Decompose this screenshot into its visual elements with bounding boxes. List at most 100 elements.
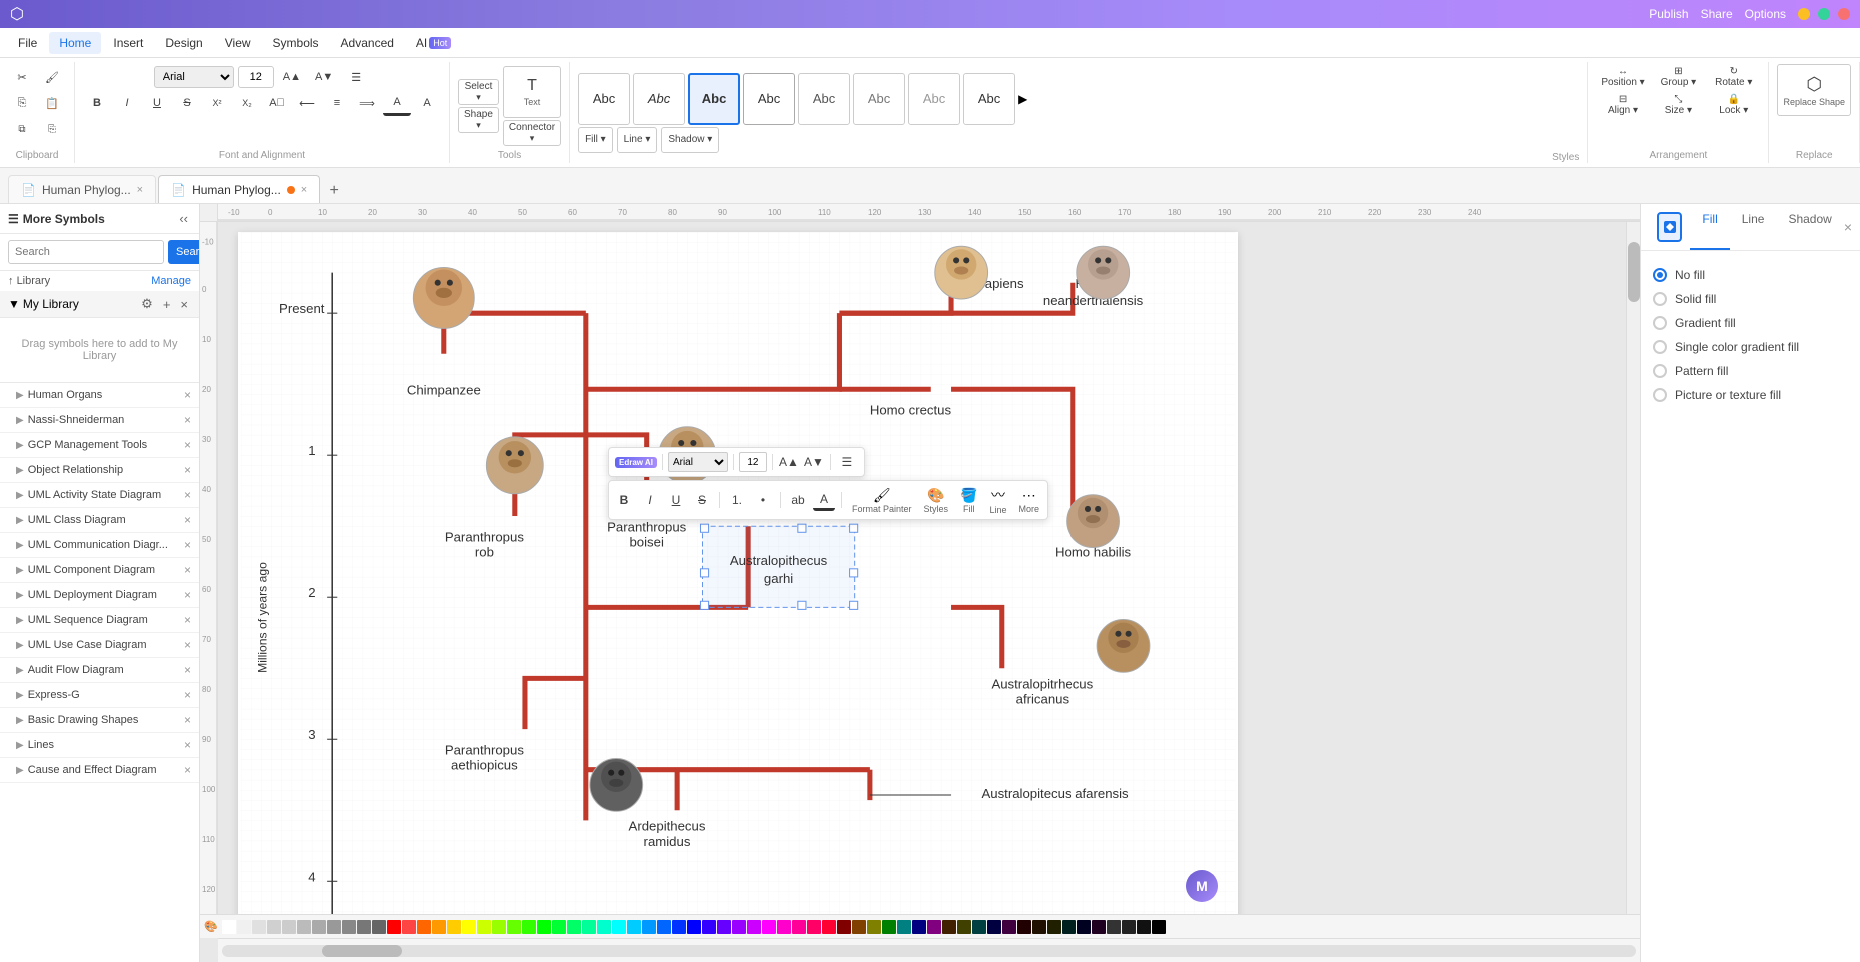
color-swatch[interactable]	[672, 920, 686, 934]
ctx-more[interactable]: ⋯ More	[1015, 485, 1044, 516]
color-swatch[interactable]	[882, 920, 896, 934]
select-btn[interactable]: Select ▾	[458, 79, 499, 105]
ctx-strikethrough[interactable]: S	[691, 489, 713, 511]
sidebar-item[interactable]: ▶ Nassi-Shneiderman ×	[0, 408, 199, 433]
library-close-btn[interactable]: ×	[177, 295, 191, 313]
color-swatch[interactable]	[732, 920, 746, 934]
color-swatch[interactable]	[522, 920, 536, 934]
library-settings-btn[interactable]: ⚙	[138, 295, 156, 313]
ctx-line[interactable]: 〰 Line	[985, 483, 1010, 517]
sidebar-item[interactable]: ▶ Audit Flow Diagram ×	[0, 658, 199, 683]
fill-option[interactable]: Gradient fill	[1653, 311, 1848, 335]
fill-option[interactable]: No fill	[1653, 263, 1848, 287]
sidebar-item-remove[interactable]: ×	[184, 413, 191, 427]
sidebar-item[interactable]: ▶ UML Sequence Diagram ×	[0, 608, 199, 633]
color-swatch[interactable]	[1062, 920, 1076, 934]
color-swatch[interactable]	[957, 920, 971, 934]
menu-file[interactable]: File	[8, 32, 47, 54]
color-swatch[interactable]	[342, 920, 356, 934]
color-swatch[interactable]	[927, 920, 941, 934]
color-swatch[interactable]	[792, 920, 806, 934]
italic-btn[interactable]: I	[113, 90, 141, 116]
copy-btn[interactable]: ⎘	[8, 90, 36, 116]
color-swatch[interactable]	[687, 920, 701, 934]
replace-shape-btn[interactable]: ⬡ Replace Shape	[1777, 64, 1851, 116]
sidebar-item[interactable]: ▶ Express-G ×	[0, 683, 199, 708]
color-swatch[interactable]	[552, 920, 566, 934]
search-btn[interactable]: Search	[168, 240, 200, 264]
color-swatch[interactable]	[402, 920, 416, 934]
ctx-font-size-input[interactable]	[739, 452, 767, 472]
color-swatch[interactable]	[492, 920, 506, 934]
sidebar-item[interactable]: ▶ Object Relationship ×	[0, 458, 199, 483]
menu-symbols[interactable]: Symbols	[263, 32, 329, 54]
menu-ai[interactable]: AI Hot	[406, 32, 461, 54]
menu-design[interactable]: Design	[155, 32, 212, 54]
color-swatch[interactable]	[462, 920, 476, 934]
tab-fill[interactable]: Fill	[1690, 204, 1729, 250]
style-box-4[interactable]: Abc	[743, 73, 795, 125]
color-swatch[interactable]	[612, 920, 626, 934]
sidebar-item-remove[interactable]: ×	[184, 763, 191, 777]
sidebar-item-remove[interactable]: ×	[184, 488, 191, 502]
ctx-align-btn[interactable]: ☰	[836, 451, 858, 473]
color-swatch[interactable]	[837, 920, 851, 934]
color-swatch[interactable]	[372, 920, 386, 934]
paste2-btn[interactable]: ⎘	[38, 116, 66, 142]
superscript-btn[interactable]: X²	[203, 90, 231, 116]
sidebar-item[interactable]: ▶ Cause and Effect Diagram ×	[0, 758, 199, 783]
styles-scroll[interactable]: ▶	[1018, 73, 1034, 125]
close-btn[interactable]	[1838, 8, 1850, 20]
color-swatch[interactable]	[297, 920, 311, 934]
sidebar-item[interactable]: ▶ UML Component Diagram ×	[0, 558, 199, 583]
right-panel-close[interactable]: ×	[1844, 204, 1852, 250]
color-swatch[interactable]	[642, 920, 656, 934]
style-box-2[interactable]: Abc	[633, 73, 685, 125]
color-swatch[interactable]	[1092, 920, 1106, 934]
color-swatch[interactable]	[597, 920, 611, 934]
sidebar-item-remove[interactable]: ×	[184, 738, 191, 752]
position-btn[interactable]: ↔ Position ▾	[1596, 64, 1649, 90]
sidebar-item[interactable]: ▶ UML Use Case Diagram ×	[0, 633, 199, 658]
library-add-btn[interactable]: +	[160, 295, 174, 313]
color-swatch[interactable]	[507, 920, 521, 934]
cut-btn[interactable]: ✂	[8, 64, 36, 90]
color-swatch[interactable]	[822, 920, 836, 934]
color-swatch[interactable]	[312, 920, 326, 934]
color-swatch[interactable]	[582, 920, 596, 934]
sidebar-item-remove[interactable]: ×	[184, 713, 191, 727]
size-btn[interactable]: ⤡ Size ▾	[1652, 92, 1705, 118]
increase-font-btn[interactable]: A▲	[278, 64, 306, 90]
scroll-thumb[interactable]	[322, 945, 402, 957]
group-btn[interactable]: ⊞ Group ▾	[1652, 64, 1705, 90]
add-tab-btn[interactable]: +	[322, 179, 346, 203]
style-box-1[interactable]: Abc	[578, 73, 630, 125]
text-btn[interactable]: T Text	[503, 66, 561, 118]
list-btn[interactable]: ≡	[323, 90, 351, 116]
tab-line[interactable]: Line	[1730, 204, 1777, 250]
color-swatch[interactable]	[432, 920, 446, 934]
menu-view[interactable]: View	[215, 32, 261, 54]
font-name-select[interactable]: Arial	[154, 66, 234, 88]
sidebar-item[interactable]: ▶ Lines ×	[0, 733, 199, 758]
color-swatch[interactable]	[237, 920, 251, 934]
sidebar-item[interactable]: ▶ UML Deployment Diagram ×	[0, 583, 199, 608]
color-swatch[interactable]	[852, 920, 866, 934]
ctx-font-select[interactable]: Arial	[668, 452, 728, 472]
copy2-btn[interactable]: ⧉	[8, 116, 36, 142]
color-swatch[interactable]	[1122, 920, 1136, 934]
color-swatch[interactable]	[1032, 920, 1046, 934]
tab-2[interactable]: 📄 Human Phylog... ×	[158, 175, 320, 203]
shape-btn[interactable]: Shape ▾	[458, 107, 499, 133]
color-swatch[interactable]	[447, 920, 461, 934]
color-swatch[interactable]	[357, 920, 371, 934]
horizontal-scrollbar[interactable]	[218, 938, 1640, 962]
scroll-track[interactable]	[222, 945, 1636, 957]
sidebar-item-remove[interactable]: ×	[184, 538, 191, 552]
paste-btn[interactable]: 📋	[38, 90, 66, 116]
color-swatch[interactable]	[807, 920, 821, 934]
color-swatch[interactable]	[1137, 920, 1151, 934]
ctx-bold[interactable]: B	[613, 489, 635, 511]
subscript-btn[interactable]: X₂	[233, 90, 261, 116]
ctx-list-unordered[interactable]: •	[752, 489, 774, 511]
